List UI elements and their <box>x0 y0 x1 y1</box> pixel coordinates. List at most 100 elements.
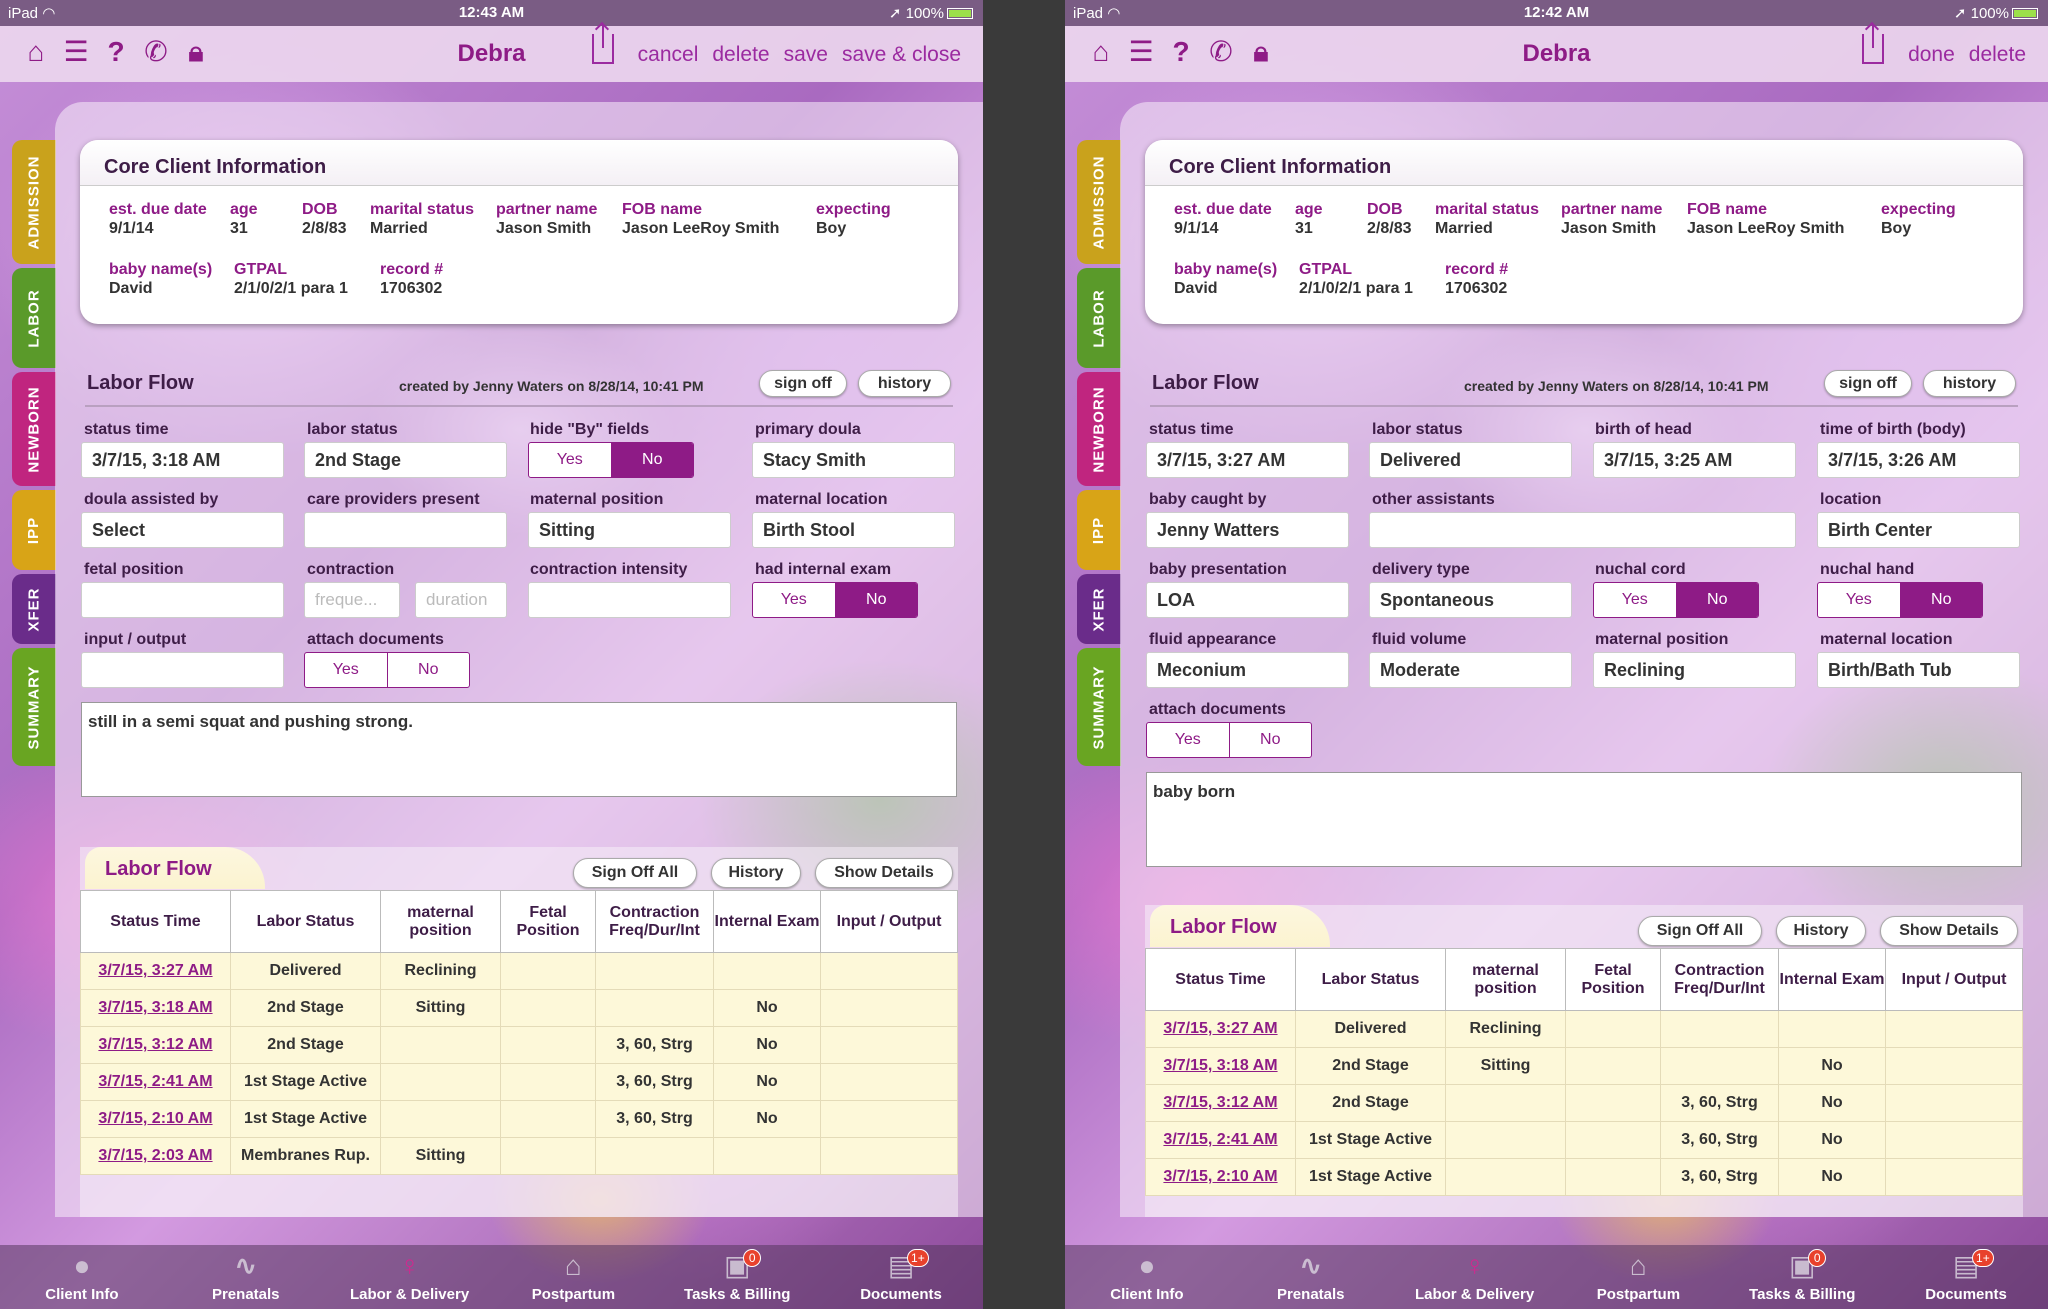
tab-prenatals[interactable]: ∿ Prenatals <box>1229 1245 1393 1309</box>
row-link[interactable]: 3/7/15, 3:18 AM <box>1145 1047 1296 1085</box>
row-link[interactable]: 3/7/15, 2:10 AM <box>1145 1158 1296 1196</box>
tab-labor-delivery[interactable]: ♀ Labor & Delivery <box>1393 1245 1557 1309</box>
row-link[interactable]: 3/7/15, 3:12 AM <box>1145 1084 1296 1122</box>
status-time-field[interactable]: 3/7/15, 3:18 AM <box>81 442 284 478</box>
yes-option[interactable]: Yes <box>753 583 835 617</box>
internal-exam-toggle[interactable]: Yes No <box>752 582 918 618</box>
tab-admission[interactable]: ADMISSION <box>12 140 56 264</box>
notes-textarea[interactable]: still in a semi squat and pushing strong… <box>81 702 957 797</box>
tab-documents[interactable]: ▤ 1+ Documents <box>819 1245 983 1309</box>
tab-labor[interactable]: LABOR <box>12 268 56 368</box>
no-option[interactable]: No <box>1228 723 1312 757</box>
labor-status-field[interactable]: Delivered <box>1369 442 1572 478</box>
contraction-intensity-field[interactable] <box>528 582 731 618</box>
tab-client-info[interactable]: ● Client Info <box>1065 1245 1229 1309</box>
tab-labor[interactable]: LABOR <box>1077 268 1121 368</box>
hide-by-toggle[interactable]: Yes No <box>528 442 694 478</box>
no-option[interactable]: No <box>834 583 917 617</box>
table-row[interactable]: 3/7/15, 2:03 AM Membranes Rup. Sitting <box>80 1137 958 1175</box>
other-assistants-field[interactable] <box>1369 512 1796 548</box>
delete-button[interactable]: delete <box>712 43 769 67</box>
no-option[interactable]: No <box>386 653 470 687</box>
fluid-appearance-field[interactable]: Meconium <box>1146 652 1349 688</box>
row-link[interactable]: 3/7/15, 3:18 AM <box>80 989 231 1027</box>
yes-option[interactable]: Yes <box>1594 583 1676 617</box>
tab-tasks-billing[interactable]: ▣ 0 Tasks & Billing <box>1720 1245 1884 1309</box>
caught-by-field[interactable]: Jenny Watters <box>1146 512 1349 548</box>
row-link[interactable]: 3/7/15, 2:41 AM <box>80 1063 231 1101</box>
table-row[interactable]: 3/7/15, 2:41 AM 1st Stage Active 3, 60, St… <box>80 1063 958 1101</box>
delivery-type-field[interactable]: Spontaneous <box>1369 582 1572 618</box>
table-row[interactable]: 3/7/15, 3:27 AM Delivered Reclining <box>1145 1010 2023 1048</box>
tab-admission[interactable]: ADMISSION <box>1077 140 1121 264</box>
attach-documents-toggle[interactable]: Yes No <box>304 652 470 688</box>
row-link[interactable]: 3/7/15, 3:27 AM <box>1145 1010 1296 1048</box>
row-link[interactable]: 3/7/15, 3:27 AM <box>80 952 231 990</box>
tab-summary[interactable]: SUMMARY <box>1077 648 1121 766</box>
table-row[interactable]: 3/7/15, 3:12 AM 2nd Stage 3, 60, Strg No <box>80 1026 958 1064</box>
table-row[interactable]: 3/7/15, 2:10 AM 1st Stage Active 3, 60, St… <box>1145 1158 2023 1196</box>
history-button[interactable]: history <box>1923 370 2016 397</box>
fluid-volume-field[interactable]: Moderate <box>1369 652 1572 688</box>
notes-textarea[interactable]: baby born <box>1146 772 2022 867</box>
share-icon[interactable] <box>591 24 614 64</box>
tab-documents[interactable]: ▤ 1+ Documents <box>1884 1245 2048 1309</box>
no-option[interactable]: No <box>1675 583 1758 617</box>
show-details-button[interactable]: Show Details <box>1880 916 2018 946</box>
doula-assisted-select[interactable]: Select <box>81 512 284 548</box>
save-button[interactable]: save <box>784 43 828 67</box>
delete-button[interactable]: delete <box>1969 43 2026 67</box>
table-row[interactable]: 3/7/15, 2:10 AM 1st Stage Active 3, 60, St… <box>80 1100 958 1138</box>
birth-body-field[interactable]: 3/7/15, 3:26 AM <box>1817 442 2020 478</box>
maternal-position-field[interactable]: Reclining <box>1593 652 1796 688</box>
maternal-location-field[interactable]: Birth Stool <box>752 512 955 548</box>
attach-documents-toggle[interactable]: Yes No <box>1146 722 1312 758</box>
history-table-button[interactable]: History <box>1776 916 1866 946</box>
sign-off-button[interactable]: sign off <box>1824 370 1912 397</box>
tab-postpartum[interactable]: ⌂ Postpartum <box>491 1245 655 1309</box>
sign-off-button[interactable]: sign off <box>759 370 847 397</box>
tab-client-info[interactable]: ● Client Info <box>0 1245 164 1309</box>
row-link[interactable]: 3/7/15, 3:12 AM <box>80 1026 231 1064</box>
contraction-duration-field[interactable]: duration <box>415 582 507 618</box>
input-output-field[interactable] <box>81 652 284 688</box>
sign-off-all-button[interactable]: Sign Off All <box>1638 916 1762 946</box>
table-row[interactable]: 3/7/15, 3:27 AM Delivered Reclining <box>80 952 958 990</box>
cancel-button[interactable]: cancel <box>638 43 699 67</box>
contraction-frequency-field[interactable]: freque... <box>304 582 400 618</box>
sign-off-all-button[interactable]: Sign Off All <box>573 858 697 888</box>
maternal-position-field[interactable]: Sitting <box>528 512 731 548</box>
table-row[interactable]: 3/7/15, 3:18 AM 2nd Stage Sitting No <box>80 989 958 1027</box>
row-link[interactable]: 3/7/15, 2:03 AM <box>80 1137 231 1175</box>
presentation-field[interactable]: LOA <box>1146 582 1349 618</box>
yes-option[interactable]: Yes <box>1147 723 1229 757</box>
row-link[interactable]: 3/7/15, 2:10 AM <box>80 1100 231 1138</box>
tab-summary[interactable]: SUMMARY <box>12 648 56 766</box>
tab-xfer[interactable]: XFER <box>1077 574 1121 644</box>
tab-postpartum[interactable]: ⌂ Postpartum <box>1556 1245 1720 1309</box>
tab-newborn[interactable]: NEWBORN <box>1077 372 1121 486</box>
tab-tasks-billing[interactable]: ▣ 0 Tasks & Billing <box>655 1245 819 1309</box>
history-table-button[interactable]: History <box>711 858 801 888</box>
save-close-button[interactable]: save & close <box>842 43 961 67</box>
tab-labor-delivery[interactable]: ♀ Labor & Delivery <box>328 1245 492 1309</box>
history-button[interactable]: history <box>858 370 951 397</box>
done-button[interactable]: done <box>1908 43 1955 67</box>
birth-of-head-field[interactable]: 3/7/15, 3:25 AM <box>1593 442 1796 478</box>
tab-newborn[interactable]: NEWBORN <box>12 372 56 486</box>
no-option[interactable]: No <box>1899 583 1982 617</box>
table-row[interactable]: 3/7/15, 3:18 AM 2nd Stage Sitting No <box>1145 1047 2023 1085</box>
yes-option[interactable]: Yes <box>305 653 387 687</box>
fetal-position-field[interactable] <box>81 582 284 618</box>
tab-prenatals[interactable]: ∿ Prenatals <box>164 1245 328 1309</box>
yes-option[interactable]: Yes <box>1818 583 1900 617</box>
share-icon[interactable] <box>1862 24 1885 64</box>
table-row[interactable]: 3/7/15, 2:41 AM 1st Stage Active 3, 60, St… <box>1145 1121 2023 1159</box>
tab-xfer[interactable]: XFER <box>12 574 56 644</box>
labor-status-field[interactable]: 2nd Stage <box>304 442 507 478</box>
show-details-button[interactable]: Show Details <box>815 858 953 888</box>
yes-option[interactable]: Yes <box>529 443 611 477</box>
nuchal-cord-toggle[interactable]: Yes No <box>1593 582 1759 618</box>
status-time-field[interactable]: 3/7/15, 3:27 AM <box>1146 442 1349 478</box>
tab-ipp[interactable]: IPP <box>12 490 56 570</box>
